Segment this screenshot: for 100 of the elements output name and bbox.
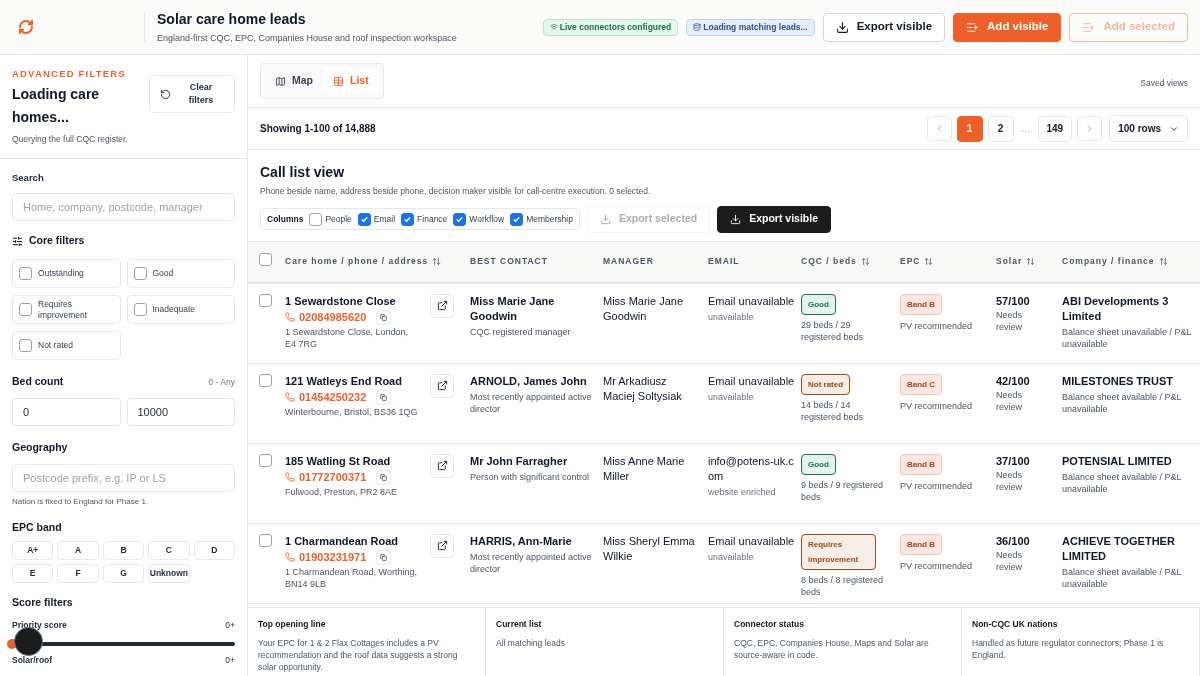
card-title: Top opening line [258,617,327,631]
page-button[interactable]: 149 [1037,115,1073,142]
open-button[interactable] [430,293,454,318]
checkbox[interactable] [19,339,32,352]
logo-icon [18,19,34,35]
checkbox[interactable] [309,212,323,226]
band-option[interactable]: D [193,541,235,561]
filter-option[interactable]: Not rated [12,331,121,360]
sidebar-note: Querying the full CQC register. [12,133,129,146]
band-option[interactable]: F [57,564,99,584]
copy-button[interactable] [376,549,392,565]
column-toggle[interactable]: Workflow [453,212,505,226]
rows-select[interactable]: 100 rows [1109,115,1188,142]
filter-option[interactable]: Requires improvement [12,295,121,324]
row-checkbox[interactable] [259,293,272,307]
filter-option[interactable]: Good [126,259,235,288]
page-button[interactable]: 2 [987,115,1014,142]
row-checkbox[interactable] [259,373,272,387]
slider-label: Solar/roof [12,653,53,667]
epc-note: PV recommended [900,559,973,573]
row-checkbox[interactable] [259,453,272,467]
checkbox[interactable] [19,267,32,280]
checkbox[interactable] [510,212,524,226]
download-icon [730,213,742,225]
checkbox[interactable] [19,303,32,316]
email: Email unavailable [708,533,795,549]
band-option[interactable]: E [12,564,54,584]
list-title: Call list view [260,163,346,182]
checkbox[interactable] [133,267,147,280]
contact-role: Person with significant control [470,470,591,483]
field-note: Nation is fixed to England for Phase 1. [12,495,150,508]
open-button[interactable] [430,373,454,398]
column-header[interactable]: Solar [996,255,1023,269]
band-option[interactable]: G [102,564,145,584]
email: Email unavailable [708,373,795,389]
download-icon [835,20,849,34]
checkbox[interactable] [453,212,467,226]
section-eyebrow: ADVANCED FILTERS [12,67,127,81]
copy-button[interactable] [376,309,392,325]
select-all-checkbox[interactable] [259,253,272,267]
filter-option[interactable]: Outstanding [12,259,121,288]
external-link-icon [436,300,448,312]
address: Fulwood, Preston, PR2 8AE [285,485,399,498]
columns-label: Columns [267,212,304,226]
max-beds-field[interactable]: 10000 [126,397,235,426]
copy-button[interactable] [376,389,392,405]
section-title: EPC band [12,519,63,535]
min-beds-field[interactable]: 0 [12,397,121,426]
manager-name: Miss Sheryl Emma Wilkie [603,533,696,564]
address: 1 Charmandean Road, Worthing, BN14 9LB [285,565,418,590]
column-toggle[interactable]: Email [357,212,396,226]
epc-badge: Band B [900,533,942,555]
contact-role: CQC registered manager [470,325,572,338]
contact-name: HARRIS, Ann-Marie [470,533,573,549]
checkbox[interactable] [133,303,147,316]
card-title: Non-CQC UK nations [972,617,1059,631]
results-count: Showing 1-100 of 14,888 [260,122,376,136]
row-checkbox[interactable] [259,533,272,547]
sort-icon[interactable] [432,257,442,267]
card-text: CQC, EPC, Companies House, Maps and Solar are source-aware in code. [734,636,930,661]
column-header[interactable]: Company / finance [1062,255,1155,269]
view-tab[interactable]: Map [265,68,323,94]
column-header[interactable]: Care home / phone / address [285,255,429,269]
slider-reading: 0+ [225,619,235,632]
column-toggle[interactable]: Membership [510,212,573,226]
epc-badge: Band C [900,373,942,395]
sort-icon[interactable] [860,257,870,267]
sort-icon[interactable] [1026,257,1036,267]
clear-filters-button[interactable]: Clear filters [149,75,235,113]
list-description: Phone beside name, address beside phone, decision maker visible for call-centre execution. 0 selected. [260,185,652,198]
sort-icon[interactable] [924,257,934,267]
export-button[interactable]: Export visible [822,12,946,42]
band-option[interactable]: A [57,541,99,561]
manager-name: Miss Marie Jane Goodwin [603,293,685,324]
band-option[interactable]: B [102,541,145,561]
search-field[interactable]: Home, company, postcode, manager [12,193,235,222]
export-button[interactable]: Export visible [717,205,831,233]
phone-icon [285,312,295,323]
sort-icon[interactable] [1158,257,1168,267]
column-header[interactable]: EPC [900,255,921,269]
column-toggle[interactable]: Finance [401,212,448,226]
postcode-field[interactable]: Postcode prefix, e.g. IP or LS [12,463,235,492]
status-badge: Live connectors configured [542,18,679,36]
list-add-icon [966,20,980,34]
band-option[interactable]: Unknown [148,564,190,584]
band-option[interactable]: A+ [12,541,54,561]
open-button[interactable] [430,453,454,478]
checkbox[interactable] [357,212,371,226]
column-header: BEST CONTACT [470,255,548,269]
checkbox[interactable] [401,212,415,226]
open-button[interactable] [430,533,454,558]
filter-option[interactable]: Inadequate [126,295,235,324]
bed-count: 29 beds / 29 registered beds [801,318,865,343]
contact-role: Most recently appointed active director [470,550,593,575]
copy-button[interactable] [376,469,392,485]
column-toggle[interactable]: People [309,212,352,226]
care-home-name: 121 Watleys End Road [285,373,403,389]
saved-views-link[interactable]: Saved views [1140,77,1188,90]
band-option[interactable]: C [148,541,190,561]
column-header[interactable]: CQC / beds [801,255,857,269]
